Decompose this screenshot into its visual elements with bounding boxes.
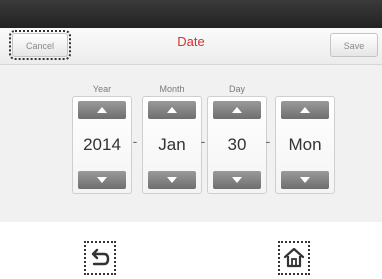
weekday-value: Mon	[288, 135, 322, 154]
home-button[interactable]	[278, 241, 310, 275]
arrow-down-icon	[232, 177, 242, 183]
day-picker: 30	[207, 96, 267, 194]
weekday-decrement-button[interactable]	[281, 171, 329, 189]
day-increment-button[interactable]	[213, 101, 261, 119]
header-bar: Date Cancel Save	[0, 28, 382, 65]
year-picker: 2014	[72, 96, 132, 194]
arrow-up-icon	[167, 107, 177, 113]
day-decrement-button[interactable]	[213, 171, 261, 189]
arrow-up-icon	[300, 107, 310, 113]
date-separator: -	[265, 133, 271, 149]
arrow-down-icon	[300, 177, 310, 183]
year-value: 2014	[83, 135, 121, 154]
month-value: Jan	[158, 135, 186, 154]
weekday-picker: Mon	[275, 96, 335, 194]
date-separator: -	[132, 133, 138, 149]
year-label: Year	[92, 84, 112, 94]
day-value: 30	[227, 135, 247, 154]
arrow-up-icon	[97, 107, 107, 113]
cancel-button[interactable]: Cancel	[9, 30, 71, 60]
month-decrement-button[interactable]	[148, 171, 196, 189]
year-increment-button[interactable]	[78, 101, 126, 119]
month-increment-button[interactable]	[148, 101, 196, 119]
back-button[interactable]	[84, 241, 116, 275]
home-icon	[283, 247, 305, 268]
save-button[interactable]: Save	[330, 33, 378, 57]
year-decrement-button[interactable]	[78, 171, 126, 189]
month-label: Month	[159, 84, 185, 94]
arrow-down-icon	[167, 177, 177, 183]
back-icon	[91, 248, 110, 266]
arrow-down-icon	[97, 177, 107, 183]
day-label: Day	[228, 84, 245, 94]
arrow-up-icon	[232, 107, 242, 113]
weekday-increment-button[interactable]	[281, 101, 329, 119]
status-bar	[0, 0, 382, 28]
month-picker: Jan	[142, 96, 202, 194]
device-screen: Date Cancel Save Year Month Day 2014 - J…	[0, 0, 382, 222]
